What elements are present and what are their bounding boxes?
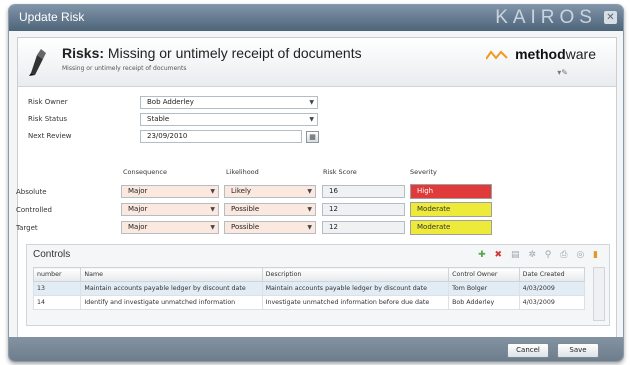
cell-number: 14 bbox=[32, 295, 82, 310]
cell-name: Identify and investigate unmatched infor… bbox=[80, 295, 263, 310]
chevron-down-icon: ▼ bbox=[210, 224, 215, 231]
close-icon[interactable]: ✕ bbox=[604, 11, 617, 24]
absolute-severity-badge: High bbox=[410, 184, 492, 199]
chevron-down-icon: ▼ bbox=[307, 206, 312, 213]
col-description[interactable]: Description bbox=[261, 267, 450, 282]
col-number[interactable]: number bbox=[32, 267, 82, 282]
absolute-score-field: 16 bbox=[322, 185, 405, 198]
col-name[interactable]: Name bbox=[80, 267, 263, 282]
export-icon[interactable]: ▮ bbox=[593, 250, 601, 260]
print-icon[interactable]: ⎙ bbox=[560, 250, 570, 260]
cell-name: Maintain accounts payable ledger by disc… bbox=[80, 281, 263, 296]
logo-part1: method bbox=[515, 46, 566, 62]
target-label: Target bbox=[16, 224, 38, 232]
cell-description: Maintain accounts payable ledger by disc… bbox=[261, 281, 450, 296]
absolute-likelihood-select[interactable]: Likely ▼ bbox=[224, 185, 316, 198]
absolute-label: Absolute bbox=[16, 188, 47, 196]
title-text: Missing or untimely receipt of documents bbox=[107, 45, 362, 61]
risk-owner-label: Risk Owner bbox=[28, 98, 68, 106]
save-button[interactable]: Save bbox=[557, 343, 599, 358]
cell-description: Investigate unmatched information before… bbox=[261, 295, 450, 310]
methodware-logo: methodware bbox=[515, 46, 596, 62]
col-control-owner[interactable]: Control Owner bbox=[448, 267, 520, 282]
next-review-field[interactable]: 23/09/2010 bbox=[140, 130, 302, 143]
likelihood-header: Likelihood bbox=[226, 168, 259, 176]
chevron-down-icon: ▼ bbox=[309, 116, 314, 123]
absolute-likelihood-value: Likely bbox=[231, 187, 252, 195]
controls-title: Controls bbox=[33, 249, 71, 260]
page-title: Risks: Missing or untimely receipt of do… bbox=[62, 45, 362, 61]
footer-bar: Cancel Save bbox=[9, 337, 623, 361]
chevron-down-icon: ▼ bbox=[210, 206, 215, 213]
controlled-consequence-value: Major bbox=[128, 205, 148, 213]
list-icon[interactable]: ▤ bbox=[511, 250, 523, 260]
cell-date: 4/03/2009 bbox=[518, 295, 586, 310]
page-subtitle: Missing or untimely receipt of documents bbox=[62, 65, 187, 72]
target-consequence-select[interactable]: Major ▼ bbox=[121, 221, 219, 234]
target-score-field: 12 bbox=[322, 221, 405, 234]
main-panel: Risks: Missing or untimely receipt of do… bbox=[16, 37, 617, 343]
absolute-consequence-select[interactable]: Major ▼ bbox=[121, 185, 219, 198]
chevron-down-icon: ▼ bbox=[307, 188, 312, 195]
cell-date: 4/03/2009 bbox=[518, 281, 586, 296]
risk-status-label: Risk Status bbox=[28, 115, 68, 123]
cell-owner: Bob Adderley bbox=[448, 295, 520, 310]
methodware-logo-icon bbox=[486, 50, 508, 60]
risk-score-header: Risk Score bbox=[323, 168, 357, 176]
controlled-label: Controlled bbox=[16, 206, 52, 214]
target-likelihood-value: Possible bbox=[231, 223, 260, 231]
link-icon[interactable]: ⚲ bbox=[545, 250, 555, 260]
target-likelihood-select[interactable]: Possible ▼ bbox=[224, 221, 316, 234]
controls-toolbar: ✚ ✖ ▤ ✲ ⚲ ⎙ ◎ ▮ bbox=[478, 250, 601, 260]
next-review-label: Next Review bbox=[28, 132, 72, 140]
consequence-header: Consequence bbox=[123, 168, 167, 176]
target-severity-badge: Moderate bbox=[410, 220, 492, 235]
absolute-consequence-value: Major bbox=[128, 187, 148, 195]
chevron-down-icon: ▼ bbox=[210, 188, 215, 195]
controlled-likelihood-value: Possible bbox=[231, 205, 260, 213]
controlled-likelihood-select[interactable]: Possible ▼ bbox=[224, 203, 316, 216]
severity-header: Severity bbox=[410, 168, 437, 176]
chevron-down-icon: ▼ bbox=[309, 99, 314, 106]
controlled-severity-badge: Moderate bbox=[410, 202, 492, 217]
calendar-icon[interactable]: ▦ bbox=[306, 131, 319, 143]
controlled-consequence-select[interactable]: Major ▼ bbox=[121, 203, 219, 216]
risk-owner-select[interactable]: Bob Adderley ▼ bbox=[140, 96, 318, 109]
kairos-brand: KAIROS bbox=[495, 7, 597, 28]
add-icon[interactable]: ✚ bbox=[478, 250, 489, 260]
cell-owner: Tom Bolger bbox=[448, 281, 520, 296]
risk-status-value: Stable bbox=[147, 115, 170, 123]
controls-table: number Name Description Control Owner Da… bbox=[32, 267, 586, 310]
update-risk-window: Update Risk KAIROS ✕ Risks: Missing or u… bbox=[8, 4, 624, 362]
logo-part2: ware bbox=[565, 46, 596, 62]
title-prefix: Risks: bbox=[62, 45, 105, 61]
risk-owner-value: Bob Adderley bbox=[147, 98, 194, 106]
cell-number: 13 bbox=[32, 281, 82, 296]
pen-icon bbox=[29, 49, 46, 76]
controls-panel: Controls ✚ ✖ ▤ ✲ ⚲ ⎙ ◎ ▮ number Name Des… bbox=[26, 244, 610, 326]
refresh-icon[interactable]: ◎ bbox=[576, 250, 587, 260]
cancel-button[interactable]: Cancel bbox=[507, 343, 549, 358]
table-row[interactable]: 13 Maintain accounts payable ledger by d… bbox=[32, 281, 586, 296]
window-title: Update Risk bbox=[19, 10, 85, 24]
next-review-value: 23/09/2010 bbox=[147, 132, 188, 140]
edit-icon[interactable]: ▾✎ bbox=[557, 68, 568, 77]
risk-status-select[interactable]: Stable ▼ bbox=[140, 113, 318, 126]
table-scrollbar[interactable] bbox=[593, 267, 605, 321]
col-date-created[interactable]: Date Created bbox=[518, 267, 586, 282]
gear-icon[interactable]: ✲ bbox=[528, 250, 539, 260]
controlled-score-field: 12 bbox=[322, 203, 405, 216]
table-row[interactable]: 14 Identify and investigate unmatched in… bbox=[32, 295, 586, 310]
chevron-down-icon: ▼ bbox=[307, 224, 312, 231]
title-bar: Update Risk KAIROS ✕ bbox=[9, 5, 623, 31]
delete-icon[interactable]: ✖ bbox=[495, 250, 506, 260]
risk-header: Risks: Missing or untimely receipt of do… bbox=[18, 38, 616, 87]
target-consequence-value: Major bbox=[128, 223, 148, 231]
